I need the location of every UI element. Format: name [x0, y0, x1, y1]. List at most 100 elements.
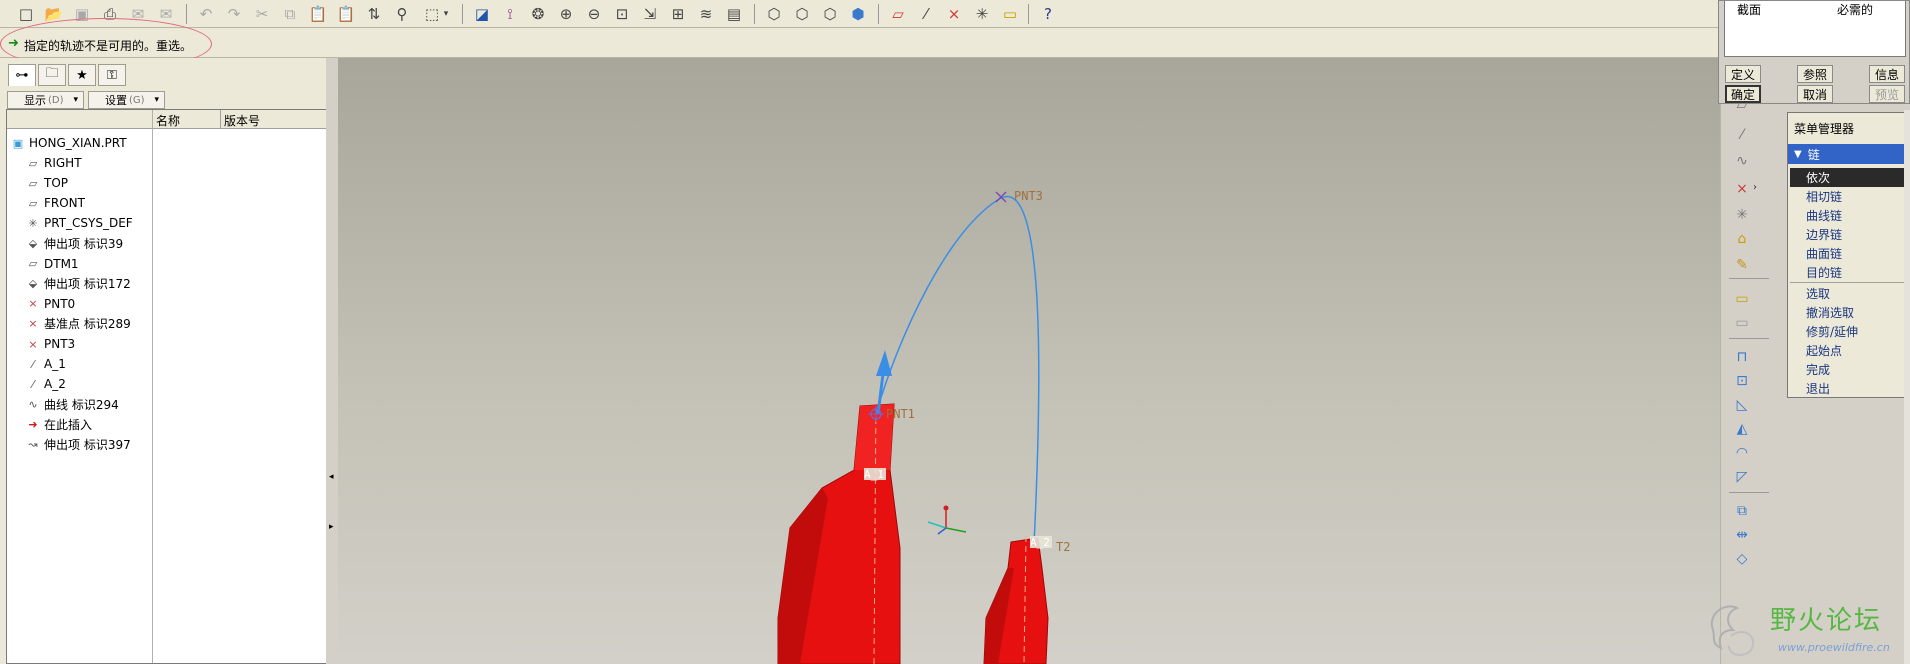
tree-item[interactable]: × 基准点 标识289	[25, 314, 130, 334]
tree-item[interactable]: ✳ PRT_CSYS_DEF	[25, 213, 132, 233]
right-scrollbar[interactable]	[1904, 110, 1910, 664]
menu-item[interactable]: 依次	[1790, 168, 1904, 187]
paste-icon[interactable]: 📋	[306, 2, 330, 26]
find-icon[interactable]: ⚲	[390, 2, 414, 26]
tree-item[interactable]: ▣ HONG_XIAN.PRT	[10, 133, 127, 153]
menu-item[interactable]: 曲线链	[1806, 207, 1842, 224]
round-tool-icon[interactable]: ◠	[1731, 442, 1753, 464]
info-button[interactable]: 信息	[1869, 65, 1905, 83]
datum-plane-display-icon[interactable]: ▱	[886, 2, 910, 26]
collapse-arrow-icon[interactable]: ◂	[329, 472, 334, 482]
shading-icon[interactable]: ⬢	[846, 2, 870, 26]
copy-icon[interactable]: ⧉	[278, 2, 302, 26]
sketch-display-icon[interactable]: ◪	[470, 2, 494, 26]
annotation-pos-icon[interactable]: ▭	[1731, 312, 1753, 334]
shell-tool-icon[interactable]: ◭	[1731, 418, 1753, 440]
datum-plane-icon: ▱	[28, 156, 38, 170]
orient-mode-icon[interactable]: ❂	[526, 2, 550, 26]
tree-item[interactable]: ▱ TOP	[25, 173, 68, 193]
extrude-tool-icon[interactable]: ⊓	[1731, 346, 1753, 368]
menu-item[interactable]: 目的链	[1806, 264, 1842, 281]
spin-center-icon[interactable]: ⟟	[498, 2, 522, 26]
menu-item[interactable]: 相切链	[1806, 188, 1842, 205]
merge-tool-icon[interactable]: ◇	[1731, 548, 1753, 570]
expand-arrow-icon[interactable]: ▸	[329, 522, 334, 532]
reorient-icon[interactable]: ⇲	[638, 2, 662, 26]
hidden-line-icon[interactable]: ⬡	[790, 2, 814, 26]
tree-item[interactable]: ⁄ A_1	[25, 354, 66, 374]
tree-item[interactable]: × PNT3	[25, 334, 75, 354]
tree-item[interactable]: ⁄ A_2	[25, 374, 66, 394]
flyout-arrow-icon[interactable]: ›	[1753, 182, 1757, 193]
tree-item[interactable]: ▱ RIGHT	[25, 153, 82, 173]
csys-display-icon[interactable]: ✳	[970, 2, 994, 26]
menu-item[interactable]: 修剪/延伸	[1806, 323, 1858, 340]
menu-item[interactable]: 边界链	[1806, 226, 1842, 243]
zoom-in-icon[interactable]: ⊕	[554, 2, 578, 26]
ok-button[interactable]: 确定	[1725, 85, 1761, 103]
layers-icon[interactable]: ≋	[694, 2, 718, 26]
favorites-tab-icon[interactable]: ★	[68, 64, 96, 86]
datum-axis-display-icon[interactable]: ⁄	[914, 2, 938, 26]
paste-special-icon[interactable]: 📋	[334, 2, 358, 26]
name-column-header[interactable]: 名称	[153, 110, 221, 129]
csys-tool-icon[interactable]: ✳	[1731, 204, 1753, 226]
model-tree-tab-icon[interactable]: ⊶	[8, 64, 36, 86]
view-manager-icon[interactable]: ▤	[722, 2, 746, 26]
display-dropdown[interactable]: 显示 (D) ▾	[7, 91, 84, 109]
chevron-down-icon[interactable]: ▾	[440, 2, 452, 26]
tree-item[interactable]: ⬙ 伸出项 标识172	[25, 274, 131, 294]
define-button[interactable]: 定义	[1725, 65, 1761, 83]
wireframe-icon[interactable]: ⬡	[762, 2, 786, 26]
datum-axis-icon: ⁄	[32, 357, 34, 371]
annotation-display-icon[interactable]: ▭	[998, 2, 1022, 26]
datum-point-display-icon[interactable]: ×	[942, 2, 966, 26]
folder-browser-tab-icon[interactable]: 🗀	[38, 64, 66, 86]
new-file-icon[interactable]: □	[14, 2, 38, 26]
hole-tool-icon[interactable]: ⊡	[1731, 370, 1753, 392]
panel-splitter[interactable]: ◂ ▸	[326, 58, 338, 664]
datum-point-tool-icon[interactable]: ×	[1731, 178, 1753, 200]
datum-axis-tool-icon[interactable]: ⁄	[1731, 124, 1753, 146]
zoom-out-icon[interactable]: ⊖	[582, 2, 606, 26]
menu-item[interactable]: 退出	[1806, 380, 1830, 397]
chain-menu-header[interactable]: ▼ 链	[1788, 144, 1906, 164]
version-column-header[interactable]: 版本号	[221, 110, 328, 129]
datum-curve-tool-icon[interactable]: ∿	[1731, 150, 1753, 172]
sketch-tool-icon[interactable]: ✎	[1731, 254, 1753, 276]
tree-item[interactable]: ∿ 曲线 标识294	[25, 394, 118, 414]
no-hidden-icon[interactable]: ⬡	[818, 2, 842, 26]
preview-button[interactable]: 预览	[1869, 85, 1905, 103]
mirror-tool-icon[interactable]: ⇹	[1731, 524, 1753, 546]
chamfer-tool-icon[interactable]: ◸	[1731, 466, 1753, 488]
element-section[interactable]: 截面	[1737, 1, 1761, 18]
tree-item[interactable]: ↝ 伸出项 标识397	[25, 435, 130, 455]
menu-item[interactable]: 起始点	[1806, 342, 1842, 359]
reference-button[interactable]: 参照	[1797, 65, 1833, 83]
analysis-tool-icon[interactable]: ⌂	[1731, 228, 1753, 250]
context-help-icon[interactable]: ?	[1036, 2, 1060, 26]
settings-dropdown[interactable]: 设置 (G) ▾	[88, 91, 165, 109]
tree-item[interactable]: ⬙ 伸出项 标识39	[25, 234, 123, 254]
copy-tool-icon[interactable]: ⧉	[1731, 500, 1753, 522]
regenerate-icon[interactable]: ⇅	[362, 2, 386, 26]
tree-item[interactable]: × PNT0	[25, 294, 75, 314]
cancel-button[interactable]: 取消	[1797, 85, 1833, 103]
direction-arrow-head	[876, 350, 892, 376]
tree-item[interactable]: ▱ DTM1	[25, 254, 79, 274]
tree-item[interactable]: ➜ 在此插入	[25, 414, 92, 434]
redo-icon[interactable]: ↷	[222, 2, 246, 26]
connections-tab-icon[interactable]: ⚿	[98, 64, 126, 86]
tree-item[interactable]: ▱ FRONT	[25, 193, 85, 213]
saved-views-icon[interactable]: ⊞	[666, 2, 690, 26]
annotation-tool-icon[interactable]: ▭	[1731, 288, 1753, 310]
refit-icon[interactable]: ⊡	[610, 2, 634, 26]
menu-item[interactable]: 选取	[1806, 285, 1830, 302]
cut-icon[interactable]: ✂	[250, 2, 274, 26]
menu-item[interactable]: 撤消选取	[1806, 304, 1854, 321]
graphics-viewport[interactable]: PNT3 PNT1 A_1 A_2 T2	[338, 58, 1720, 664]
draft-tool-icon[interactable]: ◺	[1731, 394, 1753, 416]
undo-icon[interactable]: ↶	[194, 2, 218, 26]
menu-item[interactable]: 曲面链	[1806, 245, 1842, 262]
menu-item[interactable]: 完成	[1806, 361, 1830, 378]
